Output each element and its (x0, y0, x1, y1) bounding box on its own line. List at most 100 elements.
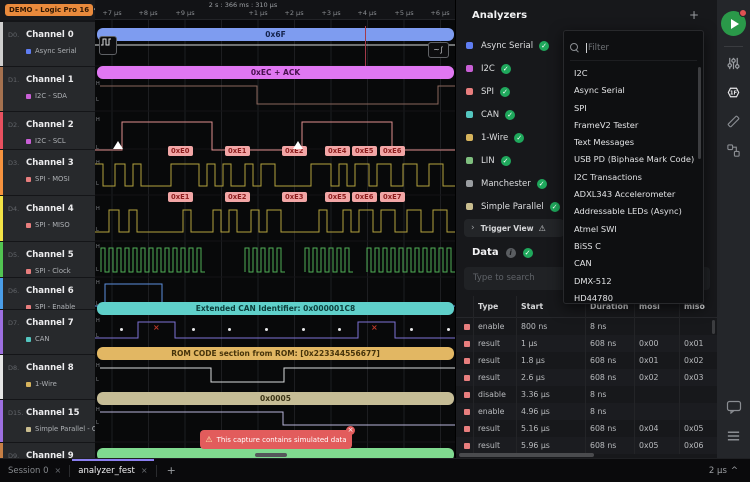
analyzer-option[interactable]: Addressable LEDs (Async) (564, 203, 705, 220)
analyzer-option[interactable]: BiSS C (564, 238, 705, 255)
table-row[interactable]: result 1.8 µs 608 ns 0x01 0x02 (456, 352, 718, 369)
cell-mosi: 0x00 (634, 335, 679, 352)
absolute-timestamp: 2 s : 366 ms : 310 µs (183, 1, 303, 9)
channel-name: Channel 5 (26, 250, 74, 260)
byte-label[interactable]: 0xE5 (325, 192, 350, 202)
byte-label[interactable]: 0xE3 (282, 192, 307, 202)
menu-icon[interactable] (725, 427, 742, 444)
channel-row[interactable]: D9. Channel 9 (0, 443, 95, 458)
channel-row[interactable]: D7. Channel 7 CAN (0, 310, 95, 354)
channel-row[interactable]: D5. Channel 5 SPI - Clock (0, 242, 95, 277)
timing-scale-control[interactable]: 2 µs ^ (709, 466, 738, 476)
analyzer-options-list: I2C Async Serial SPI FrameV2 Tester Text… (564, 65, 705, 307)
table-row[interactable]: result 5.16 µs 608 ns 0x04 0x05 (456, 420, 718, 437)
annotation-bar-1wire[interactable]: ROM CODE section from ROM: [0x2233445566… (97, 347, 454, 360)
ruler-tick: +9 µs (170, 9, 200, 17)
table-horizontal-scrollbar[interactable] (459, 453, 594, 457)
analyzer-color-dot (466, 111, 473, 118)
analyzer-option[interactable]: Text Messages (564, 134, 705, 151)
info-icon[interactable]: i (506, 248, 516, 258)
channel-row[interactable]: D1. Channel 1 I2C - SDA (0, 67, 95, 111)
timeline-ruler[interactable]: 2 s : 366 ms : 310 µs +7 µs+8 µs+9 µs +1… (95, 0, 455, 20)
analyzer-color-dot (466, 42, 473, 49)
col-type[interactable]: Type (473, 296, 516, 318)
cell-miso: 0x02 (679, 352, 718, 369)
signal-preview-icon[interactable] (99, 36, 117, 55)
analyzer-option[interactable]: Atmel SWI (564, 221, 705, 238)
byte-label[interactable]: 0xE2 (225, 192, 250, 202)
extensions-icon[interactable] (725, 142, 742, 159)
annotations-icon[interactable] (725, 398, 742, 415)
analyzer-option[interactable]: FrameV2 Tester (564, 117, 705, 134)
analyzer-option[interactable]: Async Serial (564, 82, 705, 99)
annotation-bar-can[interactable]: Extended CAN Identifier: 0x000001C8 (97, 302, 454, 315)
waveform-pane[interactable]: 0x6F 0xEC + ACK Extended CAN Identifier:… (95, 20, 455, 458)
close-icon[interactable]: × (141, 466, 148, 475)
tab-session-0[interactable]: Session 0 × (0, 459, 69, 482)
byte-label[interactable]: 0xE6 (380, 146, 405, 156)
byte-label[interactable]: 0xE0 (168, 146, 193, 156)
timing-cursor[interactable] (365, 26, 366, 66)
row-analyzer-swatch (456, 369, 473, 386)
channel-name: Channel 9 (26, 451, 74, 458)
byte-label[interactable]: 0xE5 (352, 146, 377, 156)
table-vertical-scrollbar[interactable] (712, 320, 715, 334)
byte-label[interactable]: 0xE4 (325, 146, 350, 156)
analyzer-label: SPI (481, 87, 494, 97)
device-settings-icon[interactable] (725, 55, 742, 72)
cell-mosi: 0x01 (634, 352, 679, 369)
table-row[interactable]: result 1 µs 608 ns 0x00 0x01 (456, 335, 718, 352)
annotation-bar-async[interactable]: 0x6F (97, 28, 454, 41)
table-row[interactable]: enable 800 ns 8 ns (456, 318, 718, 335)
start-capture-button[interactable] (721, 11, 746, 36)
filter-input[interactable]: Filter (570, 35, 697, 61)
horizontal-scrollbar[interactable] (255, 453, 287, 457)
channel-row[interactable]: D4. Channel 4 SPI - MISO (0, 196, 95, 241)
ruler-tick: +6 µs (425, 9, 455, 17)
tab-analyzer-fest[interactable]: analyzer_fest × (70, 459, 155, 482)
level-low: L (96, 302, 99, 307)
channel-analyzer-label: CAN (35, 335, 49, 343)
channel-color-stripe (0, 355, 3, 399)
analyzer-option[interactable]: CAN (564, 255, 705, 272)
cell-start: 5.16 µs (516, 420, 585, 437)
annotation-bar-parallel[interactable]: 0x0005 (97, 392, 454, 405)
measure-icon[interactable] (725, 113, 742, 130)
analyzer-check-icon: ✓ (514, 133, 524, 143)
annotation-bar-i2c[interactable]: 0xEC + ACK (97, 66, 454, 79)
channel-row[interactable]: D15. Channel 15 Simple Parallel - Clo... (0, 400, 95, 442)
channel-row[interactable]: D2. Channel 2 I2C - SCL (0, 112, 95, 149)
device-badge[interactable]: DEMO - Logic Pro 16 (5, 4, 93, 16)
analyzer-option[interactable]: ADXL343 Accelerometer (564, 186, 705, 203)
table-row[interactable]: result 5.96 µs 608 ns 0x05 0x06 (456, 437, 718, 454)
analyzer-option[interactable]: USB PD (Biphase Mark Code) (564, 151, 705, 168)
channel-id: D5. (8, 251, 26, 259)
byte-label[interactable]: 0xE6 (352, 192, 377, 202)
analyzer-check-icon: ✓ (550, 202, 560, 212)
capture-mode-icon[interactable]: 1F (725, 84, 742, 101)
analyzer-option[interactable]: SPI (564, 100, 705, 117)
close-icon[interactable]: × (55, 466, 62, 475)
trigger-view-row[interactable]: › Trigger View ⚠ (464, 219, 564, 237)
toast-close-icon[interactable]: × (346, 426, 355, 435)
channel-row[interactable]: D8. Channel 8 1-Wire (0, 355, 95, 399)
channel-row[interactable]: D3. Channel 3 SPI - MOSI (0, 150, 95, 195)
table-row[interactable]: disable 3.36 µs 8 ns (456, 386, 718, 403)
channel-analyzer-label: SPI - Enable (35, 303, 75, 309)
analyzer-option[interactable]: I2C Transactions (564, 169, 705, 186)
byte-label[interactable]: 0xE1 (225, 146, 250, 156)
analyzer-option[interactable]: DMX-512 (564, 273, 705, 290)
table-row[interactable]: result 2.6 µs 608 ns 0x02 0x03 (456, 369, 718, 386)
analog-toggle-icon[interactable]: ~∫ (428, 42, 449, 58)
analyzer-option[interactable]: HD44780 (564, 290, 705, 307)
byte-label[interactable]: 0xE1 (168, 192, 193, 202)
add-analyzer-icon[interactable]: + (689, 8, 699, 22)
dropdown-scrollbar[interactable] (698, 67, 701, 159)
byte-label[interactable]: 0xE7 (380, 192, 405, 202)
channel-row[interactable]: D6. Channel 6 SPI - Enable (0, 278, 95, 309)
analyzer-color-swatch (26, 305, 31, 310)
channel-row[interactable]: D0. Channel 0 Async Serial (0, 22, 95, 66)
new-tab-icon[interactable]: + (167, 464, 176, 477)
analyzer-option[interactable]: I2C (564, 65, 705, 82)
table-row[interactable]: enable 4.96 µs 8 ns (456, 403, 718, 420)
